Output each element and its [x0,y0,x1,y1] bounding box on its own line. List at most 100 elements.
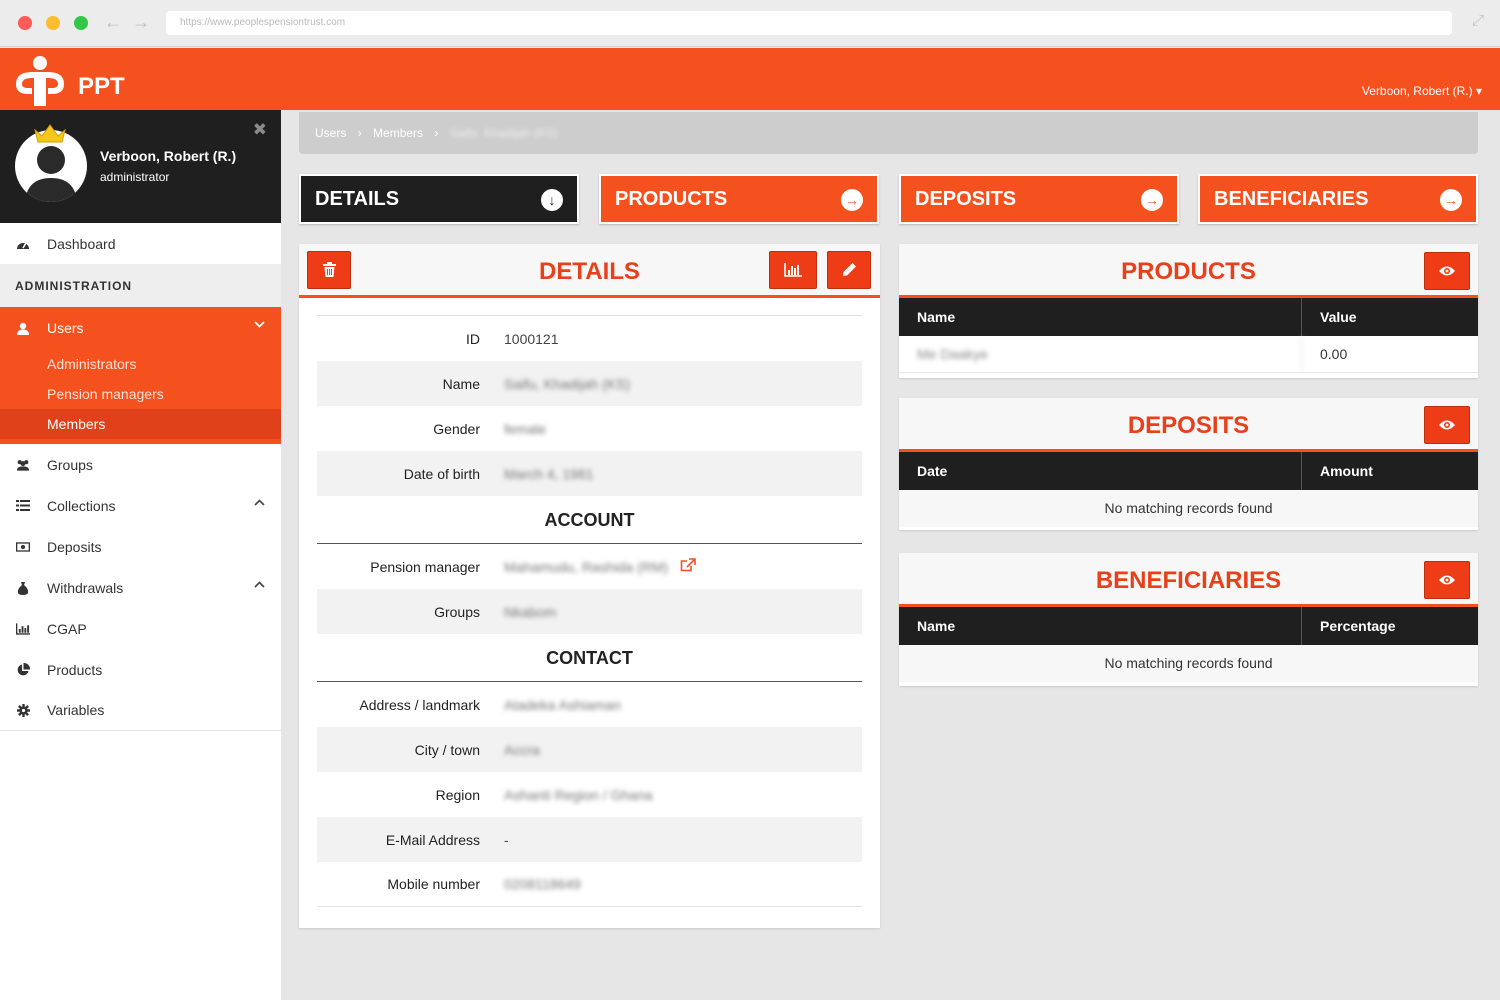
tab-beneficiaries[interactable]: BENEFICIARIES → [1198,174,1478,224]
column-header-percentage[interactable]: Percentage [1302,607,1413,645]
field-label: E-Mail Address [385,831,480,848]
sidebar-item-cgap[interactable]: CGAP [0,608,281,649]
crown-icon [34,124,66,143]
field-label: Address / landmark [359,696,480,713]
sidebar-item-label: Users [47,320,84,336]
gear-icon [16,703,30,717]
sidebar-item-withdrawals[interactable]: Withdrawals [0,567,281,608]
field-value: female [504,420,547,437]
column-header-name[interactable]: Name [899,298,1302,336]
chevron-down-icon [254,319,265,331]
field-label: Pension manager [370,558,480,575]
field-label: Gender [433,420,480,437]
sidebar-item-label: Groups [47,456,93,473]
detail-row-email: E-Mail Address - [317,817,862,862]
tab-label: DETAILS [315,188,400,210]
field-value: Nkabom [504,603,557,620]
tab-label: PRODUCTS [615,188,728,210]
field-label: Mobile number [387,876,480,892]
column-header-name[interactable]: Name [899,607,1302,645]
forward-arrow-icon[interactable]: → [132,12,150,33]
sidebar-subitem-administrators[interactable]: Administrators [0,349,281,379]
deposits-panel-header: DEPOSITS [899,398,1478,452]
field-label: City / town [414,741,480,758]
beneficiaries-table-header: Name Percentage [899,607,1478,645]
sidebar-item-label: Dashboard [47,235,116,252]
detail-row-name: Name Saifu, Khadijah (KS) [317,361,862,406]
product-value-cell: 0.00 [1320,346,1348,362]
back-arrow-icon[interactable]: ← [104,12,122,33]
user-menu[interactable]: Verboon, Robert (R.) ▾ [1362,84,1482,98]
breadcrumb: Users › Members › Saifu, Khadijah (KS) [299,112,1478,154]
browser-chrome: ← → https://www.peoplespensiontrust.com … [0,0,1500,47]
detail-row-mobile: Mobile number 0208118649 [317,862,862,907]
sidebar-subitem-members[interactable]: Members [0,409,281,439]
tab-deposits[interactable]: DEPOSITS → [899,174,1179,224]
list-icon [16,499,30,513]
field-label: Groups [434,603,480,620]
brand-name[interactable]: PPT [78,73,125,101]
sidebar-item-label: Variables [47,702,105,718]
details-panel-header: DETAILS [299,244,880,298]
sidebar-item-variables[interactable]: Variables [0,690,281,731]
breadcrumb-separator: › [434,126,439,140]
external-link-icon[interactable] [680,558,696,575]
table-row[interactable]: Me Daakye 0.00 [899,336,1478,373]
empty-state-message: No matching records found [899,645,1478,682]
address-bar[interactable]: https://www.peoplespensiontrust.com [166,11,1452,35]
field-value: 1000121 [504,330,559,347]
ppt-logo-icon [16,56,64,106]
sidebar-item-deposits[interactable]: Deposits [0,526,281,567]
tab-details[interactable]: DETAILS ↓ [299,174,579,224]
eye-icon [1439,575,1455,585]
column-header-amount[interactable]: Amount [1302,452,1391,490]
window-close-dot[interactable] [18,16,32,30]
arrow-circle-right-icon: → [841,189,863,211]
view-deposits-button[interactable] [1424,406,1470,444]
empty-state-message: No matching records found [899,490,1478,527]
detail-row-pension-manager: Pension manager Mahamudu, Rashida (RM) [317,544,862,589]
beneficiaries-panel-title: BENEFICIARIES [1095,567,1282,594]
window-maximize-dot[interactable] [74,16,88,30]
account-heading: ACCOUNT [317,496,862,544]
field-value: 0208118649 [504,876,581,892]
window-minimize-dot[interactable] [46,16,60,30]
tab-label: DEPOSITS [915,188,1017,210]
sidebar-item-groups[interactable]: Groups [0,444,281,485]
field-value: Saifu, Khadijah (KS) [504,375,631,392]
beneficiaries-panel: BENEFICIARIES Name Percentage No matchin… [899,553,1478,686]
product-name-cell: Me Daakye [899,336,1302,372]
sidebar-item-dashboard[interactable]: Dashboard [0,223,281,264]
eye-icon [1439,266,1455,276]
eye-icon [1439,420,1455,430]
sidebar-item-label: Withdrawals [47,579,124,596]
user-icon [16,321,30,335]
sidebar-subitem-pension-managers[interactable]: Pension managers [0,379,281,409]
field-value: Mahamudu, Rashida (RM) [504,558,669,575]
products-panel-header: PRODUCTS [899,244,1478,298]
close-icon[interactable]: ✖ [253,120,267,140]
breadcrumb-members[interactable]: Members [373,126,423,140]
column-header-value[interactable]: Value [1302,298,1375,336]
column-header-date[interactable]: Date [899,452,1302,490]
top-bar: PPT Verboon, Robert (R.) ▾ [0,48,1500,110]
beneficiaries-panel-header: BENEFICIARIES [899,553,1478,607]
field-label: Name [442,375,480,392]
sidebar-item-users[interactable]: Users [0,307,281,349]
money-bag-icon [16,581,30,595]
field-label: ID [466,330,480,347]
sidebar-item-label: Collections [47,497,116,514]
sidebar-item-collections[interactable]: Collections [0,485,281,526]
main-content: Users › Members › Saifu, Khadijah (KS) D… [281,110,1500,1000]
tab-products[interactable]: PRODUCTS → [599,174,879,224]
view-products-button[interactable] [1424,252,1470,290]
statistics-button[interactable] [769,251,817,289]
breadcrumb-separator: › [357,126,362,140]
sidebar-item-products[interactable]: Products [0,649,281,690]
tab-label: BENEFICIARIES [1214,188,1369,210]
users-menu-group: Users Administrators Pension managers Me… [0,307,281,444]
edit-button[interactable] [827,251,871,289]
breadcrumb-users[interactable]: Users [315,126,346,140]
expand-icon[interactable]: ⤢ [1472,12,1484,29]
view-beneficiaries-button[interactable] [1424,561,1470,599]
